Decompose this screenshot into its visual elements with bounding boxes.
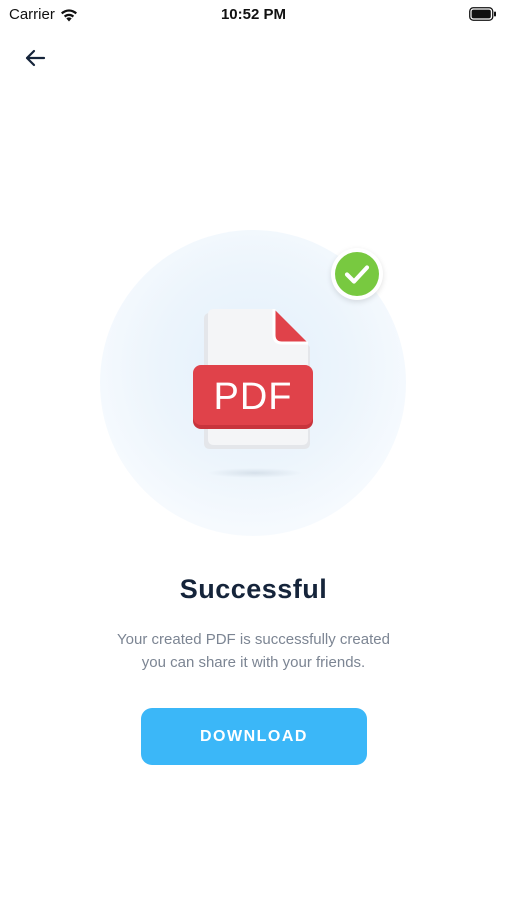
success-illustration: PDF [100, 230, 406, 536]
back-button[interactable] [20, 46, 50, 74]
download-button[interactable]: DOWNLOAD [141, 708, 367, 765]
success-message-line-1: Your created PDF is successfully created [117, 631, 390, 648]
status-time: 10:52 PM [220, 6, 287, 23]
pdf-file-icon: PDF [190, 305, 320, 455]
success-message-line-2: you can share it with your friends. [141, 654, 366, 671]
check-circle-icon [331, 248, 383, 300]
arrow-left-icon [24, 49, 46, 72]
file-shadow [207, 468, 303, 478]
battery-icon [469, 7, 497, 21]
status-bar: Carrier 10:52 PM [0, 0, 507, 30]
pdf-file-label: PDF [214, 376, 293, 418]
success-message: Your created PDF is successfully created… [60, 628, 447, 674]
page-title: Successful [179, 574, 328, 604]
